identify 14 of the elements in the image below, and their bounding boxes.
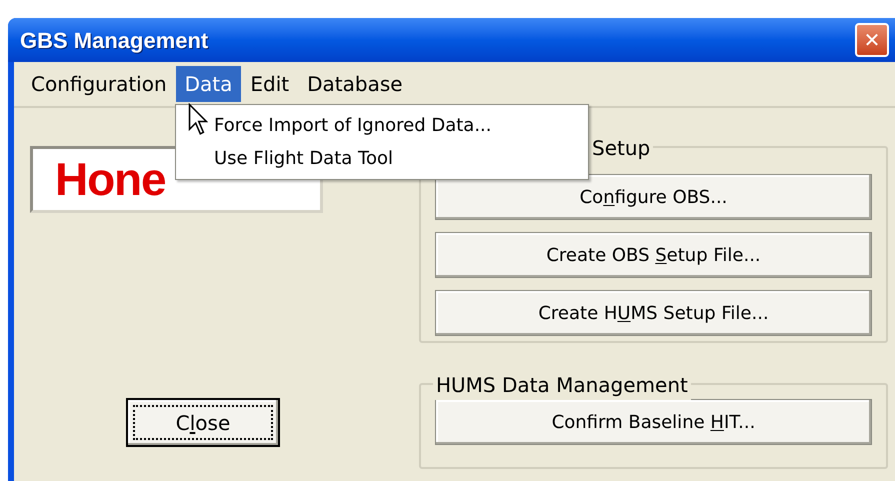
close-button[interactable]: ✕ — [855, 23, 889, 57]
menu-item[interactable]: Data — [176, 66, 242, 102]
dialog-button[interactable]: Confirm Baseline HIT... — [435, 399, 872, 445]
menu-item[interactable]: Database — [298, 66, 412, 102]
dialog-button[interactable]: Configure OBS... — [435, 174, 872, 220]
dropdown-item[interactable]: Use Flight Data Tool — [176, 142, 588, 175]
menu-item[interactable]: Edit — [241, 66, 298, 102]
dialog-button[interactable]: Create HUMS Setup File... — [435, 290, 872, 336]
dialog-button[interactable]: Create OBS Setup File... — [435, 232, 872, 278]
menu-item[interactable]: Configuration — [22, 66, 176, 102]
dropdown-item[interactable]: Force Import of Ignored Data... — [176, 109, 588, 142]
close-dialog-button[interactable]: Close — [126, 398, 280, 447]
window-title: GBS Management — [20, 26, 208, 55]
logo-text: Hone — [55, 152, 166, 207]
